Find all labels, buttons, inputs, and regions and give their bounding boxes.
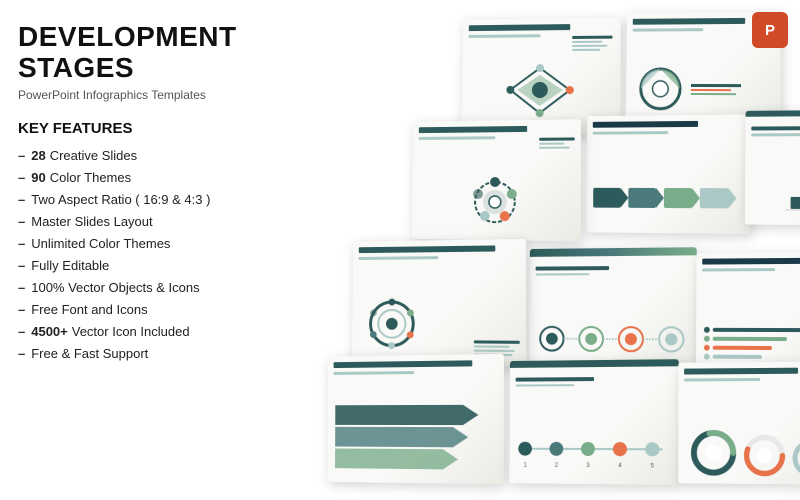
list-item: – 28 Creative Slides <box>18 145 252 167</box>
dash-icon: – <box>18 233 25 255</box>
slide-card-6 <box>352 239 526 367</box>
slide-title-bar <box>334 360 473 368</box>
dash-icon: – <box>18 255 25 277</box>
feature-bold: 4500+ <box>31 321 68 343</box>
svg-text:3: 3 <box>586 463 590 469</box>
ppt-badge: P <box>752 12 788 48</box>
slide-inner-10: 1 2 3 4 5 <box>509 359 678 485</box>
list-item: – Master Slides Layout <box>18 211 252 233</box>
slide-inner-6 <box>352 239 526 367</box>
slide-inner-11 <box>678 361 800 484</box>
slide-inner-8 <box>696 251 800 370</box>
slide-title-bar <box>419 126 527 133</box>
feature-text: Free & Fast Support <box>31 343 148 365</box>
svg-text:2: 2 <box>555 463 558 469</box>
right-panel: P <box>270 0 800 500</box>
slide-title-bar <box>633 18 746 25</box>
feature-text: Free Font and Icons <box>31 299 147 321</box>
svg-text:1: 1 <box>523 462 526 468</box>
subtitle: PowerPoint Infographics Templates <box>18 88 252 102</box>
slide-title-bar <box>359 245 495 253</box>
feature-text: Color Themes <box>50 167 131 189</box>
slide-card-5 <box>745 110 800 226</box>
main-container: DEVELOPMENT STAGES PowerPoint Infographi… <box>0 0 800 500</box>
svg-text:4: 4 <box>618 463 622 469</box>
dash-icon: – <box>18 343 25 365</box>
slide-subtitle-bar <box>334 371 415 375</box>
feature-text: Fully Editable <box>31 255 109 277</box>
list-item: – 4500+ Vector Icon Included <box>18 321 252 343</box>
list-item: – Fully Editable <box>18 255 252 277</box>
dash-icon: – <box>18 167 25 189</box>
slide-card-10: 1 2 3 4 5 <box>509 359 678 485</box>
feature-text: Master Slides Layout <box>31 211 152 233</box>
list-item: – 90 Color Themes <box>18 167 252 189</box>
slide-inner-9 <box>327 354 504 485</box>
dash-icon: – <box>18 299 25 321</box>
slide-title-bar <box>469 24 570 31</box>
feature-text: Two Aspect Ratio ( 16:9 & 4:3 ) <box>31 189 210 211</box>
slide-title-bar <box>593 121 698 128</box>
slide-inner-7 <box>529 247 696 371</box>
svg-text:5: 5 <box>651 463 655 469</box>
list-item: – Unlimited Color Themes <box>18 233 252 255</box>
list-item: – Free Font and Icons <box>18 299 252 321</box>
feature-text: Vector Icon Included <box>72 321 190 343</box>
slide-subtitle-bar <box>419 136 496 140</box>
slide-subtitle-bar <box>702 268 775 271</box>
list-item: – Free & Fast Support <box>18 343 252 365</box>
feature-text: Creative Slides <box>50 145 137 167</box>
slide-subtitle-bar <box>593 131 668 135</box>
main-title: DEVELOPMENT STAGES <box>18 22 252 84</box>
dash-icon: – <box>18 277 25 299</box>
key-features-heading: KEY FEATURES <box>18 120 252 137</box>
slide-subtitle-bar <box>469 34 541 38</box>
slide-card-9 <box>327 354 504 485</box>
dash-icon: – <box>18 145 25 167</box>
slide-inner-5 <box>745 110 800 226</box>
slide-title-bar <box>702 258 800 265</box>
slides-scene: 1 2 3 4 5 <box>270 0 800 500</box>
slide-inner-4 <box>586 114 751 234</box>
slide-card-7 <box>529 247 696 371</box>
list-item: – 100% Vector Objects & Icons <box>18 277 252 299</box>
slide-subtitle-bar <box>684 378 759 381</box>
dash-icon: – <box>18 189 25 211</box>
dash-icon: – <box>18 321 25 343</box>
feature-text: 100% Vector Objects & Icons <box>31 277 199 299</box>
slide-title-bar <box>684 368 798 375</box>
slide-card-4 <box>586 114 751 234</box>
slide-card-8 <box>696 251 800 370</box>
features-list: – 28 Creative Slides – 90 Color Themes –… <box>18 145 252 366</box>
dash-icon: – <box>18 211 25 233</box>
slide-card-3 <box>412 119 581 241</box>
list-item: – Two Aspect Ratio ( 16:9 & 4:3 ) <box>18 189 252 211</box>
feature-bold: 90 <box>31 167 45 189</box>
feature-text: Unlimited Color Themes <box>31 233 170 255</box>
slide-inner-3 <box>412 119 581 241</box>
left-panel: DEVELOPMENT STAGES PowerPoint Infographi… <box>0 0 270 500</box>
ppt-badge-text: P <box>765 22 775 39</box>
slide-subtitle-bar <box>359 256 438 260</box>
slide-card-11 <box>678 361 800 484</box>
feature-bold: 28 <box>31 145 45 167</box>
slide-subtitle-bar <box>633 28 703 31</box>
